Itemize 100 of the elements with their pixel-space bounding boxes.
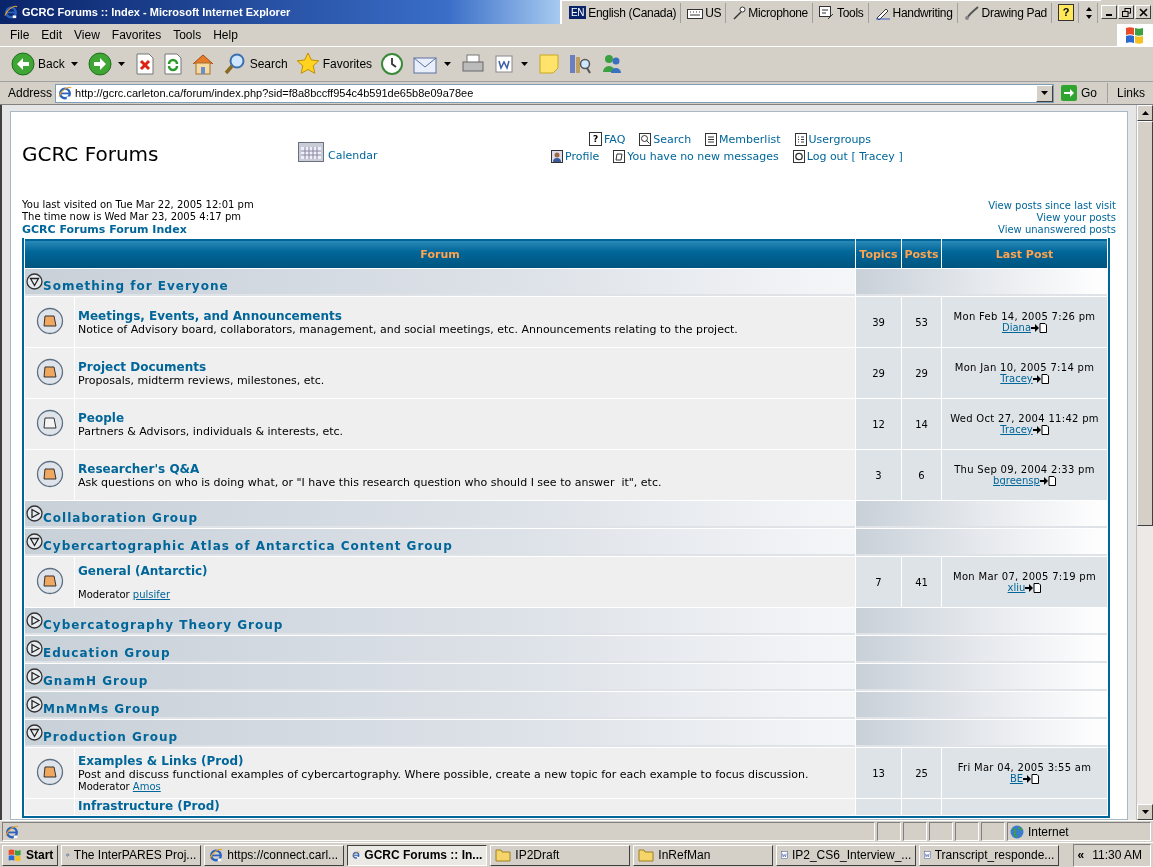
- forum-link[interactable]: Researcher's Q&A: [78, 461, 200, 476]
- taskbar-button[interactable]: GCRC Forums :: In...: [347, 844, 488, 866]
- user-link[interactable]: Tracey: [1000, 373, 1033, 384]
- category-link[interactable]: Collaboration Group: [43, 505, 199, 525]
- restore-button[interactable]: [1118, 5, 1134, 19]
- nav-link[interactable]: Memberlist: [719, 133, 781, 146]
- show-hidden-icons-button[interactable]: «: [1077, 848, 1085, 862]
- language-bar-button[interactable]: Microphone: [728, 2, 813, 23]
- menu-item[interactable]: View: [68, 26, 106, 44]
- forum-link[interactable]: People: [78, 410, 125, 425]
- posts-count: 6: [902, 450, 941, 500]
- expand-icon[interactable]: [26, 696, 43, 713]
- forum-link[interactable]: Project Documents: [78, 359, 207, 374]
- category-link[interactable]: Cybercartographic Atlas of Antarctica Content Group: [43, 533, 453, 553]
- minimize-button[interactable]: [1101, 5, 1117, 19]
- dropdown-caret-icon[interactable]: [117, 62, 125, 66]
- links-button[interactable]: Links: [1111, 86, 1151, 100]
- breadcrumb-link[interactable]: GCRC Forums Forum Index: [22, 223, 187, 236]
- minimize-icon: [1106, 14, 1112, 16]
- forum-description: Notice of Advisory board, collaborators, management, and social meetings, etc. Announcements relating to the project.: [78, 322, 739, 336]
- category-link[interactable]: Something for Everyone: [43, 273, 229, 293]
- toolbar-button[interactable]: Search: [219, 50, 291, 78]
- user-link[interactable]: xliu: [1007, 582, 1026, 593]
- user-link[interactable]: bgreensp: [993, 475, 1040, 486]
- address-field[interactable]: http://gcrc.carleton.ca/forum/index.php?sid=f8a8bccff954c4b591de65b8e09a78ee: [55, 83, 1054, 103]
- view-posts-link[interactable]: View your posts: [1036, 212, 1116, 224]
- language-bar-button[interactable]: EN English (Canada): [565, 2, 682, 23]
- nav-link[interactable]: You have no new messages: [627, 150, 779, 163]
- help-icon: ?: [1058, 4, 1074, 21]
- language-bar-button[interactable]: ?: [1054, 2, 1079, 23]
- dropdown-caret-icon[interactable]: [70, 62, 78, 66]
- status-bar-panel: [955, 822, 979, 841]
- moderator-link[interactable]: Amos: [132, 781, 161, 792]
- expand-icon[interactable]: [26, 668, 43, 685]
- toolbar-button[interactable]: Favorites: [292, 50, 376, 78]
- moderator-link[interactable]: pulsifer: [132, 589, 171, 600]
- caret-down-icon: [1141, 810, 1149, 814]
- globe-icon: [1010, 824, 1024, 839]
- forum-link[interactable]: Meetings, Events, and Announcements: [78, 308, 342, 323]
- taskbar-button[interactable]: https://connect.carl...: [204, 844, 345, 866]
- nav-link[interactable]: Profile: [565, 150, 600, 163]
- scroll-up-button[interactable]: [1137, 105, 1153, 121]
- arrow-to-post-icon[interactable]: [1039, 475, 1056, 486]
- taskbar-button[interactable]: IP2_CS6_Interview_...: [776, 844, 917, 866]
- menu-item[interactable]: Edit: [35, 26, 69, 44]
- taskbar-button[interactable]: The InterPARES Proj...: [61, 844, 202, 866]
- language-bar-button[interactable]: Tools: [815, 2, 869, 23]
- tools-icon: [819, 5, 835, 20]
- topics-count: 13: [856, 748, 901, 798]
- user-link[interactable]: Diana: [1001, 322, 1032, 333]
- category-link[interactable]: GnamH Group: [43, 668, 149, 688]
- category-link[interactable]: Production Group: [43, 724, 179, 744]
- nav-link[interactable]: FAQ: [604, 133, 626, 146]
- forum-link[interactable]: Infrastructure (Prod): [78, 799, 220, 813]
- category-link[interactable]: MnMnMs Group: [43, 696, 161, 716]
- nav-link[interactable]: Search: [653, 133, 692, 146]
- collapse-icon[interactable]: [26, 724, 43, 741]
- menu-item[interactable]: Help: [207, 26, 244, 44]
- arrow-to-post-icon[interactable]: [1032, 373, 1049, 384]
- expand-icon[interactable]: [26, 612, 43, 629]
- language-bar-button[interactable]: US: [683, 2, 727, 23]
- taskbar-button[interactable]: InRefMan: [633, 844, 774, 866]
- forum-link[interactable]: General (Antarctic): [78, 564, 208, 578]
- category-link[interactable]: Education Group: [43, 640, 171, 660]
- taskbar-button[interactable]: Transcript_responde...: [919, 844, 1060, 866]
- forum-link[interactable]: Examples & Links (Prod): [78, 754, 244, 768]
- close-button[interactable]: [1135, 5, 1151, 19]
- menu-item[interactable]: Tools: [167, 26, 208, 44]
- help-icon: ?: [589, 132, 602, 146]
- nav-link[interactable]: Usergroups: [808, 133, 872, 146]
- dropdown-button[interactable]: [1035, 84, 1053, 102]
- expand-icon[interactable]: [26, 505, 43, 522]
- dropdown-caret-icon[interactable]: [521, 62, 529, 66]
- menu-item[interactable]: Favorites: [105, 26, 168, 44]
- arrow-to-post-icon[interactable]: [1025, 582, 1042, 593]
- taskbar-button[interactable]: IP2Draft: [490, 844, 631, 866]
- arrow-to-post-icon[interactable]: [1031, 322, 1048, 333]
- menu-item[interactable]: File: [4, 26, 36, 44]
- status-bar-panel: [929, 822, 953, 841]
- scrollbar[interactable]: [1136, 105, 1153, 820]
- category-link[interactable]: Cybercatography Theory Group: [43, 612, 284, 632]
- language-bar-button[interactable]: Handwriting: [870, 2, 958, 23]
- user-link[interactable]: Tracey: [1000, 424, 1033, 435]
- view-posts-link[interactable]: View unanswered posts: [998, 224, 1116, 236]
- start-button[interactable]: Start: [2, 844, 59, 866]
- language-bar-button[interactable]: Drawing Pad: [959, 2, 1052, 23]
- user-link[interactable]: BE: [1009, 773, 1024, 784]
- arrow-to-post-icon[interactable]: [1032, 424, 1049, 435]
- collapse-icon[interactable]: [26, 533, 43, 550]
- toolbar-button[interactable]: Back: [8, 50, 68, 78]
- calendar-link[interactable]: Calendar: [328, 149, 378, 162]
- scroll-down-button[interactable]: [1137, 804, 1153, 820]
- go-button[interactable]: Go: [1056, 83, 1108, 103]
- expand-icon[interactable]: [26, 640, 43, 657]
- nav-link[interactable]: Log out [ Tracey ]: [806, 150, 903, 163]
- view-posts-link[interactable]: View posts since last visit: [988, 200, 1116, 212]
- dropdown-caret-icon[interactable]: [444, 62, 452, 66]
- scrollbar-thumb[interactable]: [1137, 121, 1153, 526]
- collapse-icon[interactable]: [26, 273, 43, 290]
- arrow-to-post-icon[interactable]: [1023, 773, 1040, 784]
